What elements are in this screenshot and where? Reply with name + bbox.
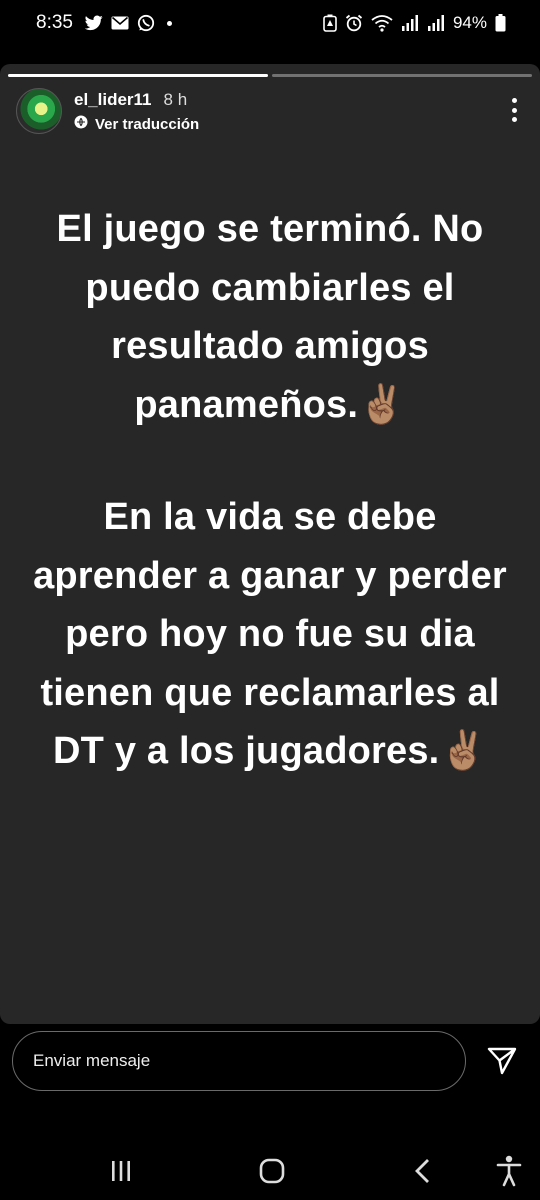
username-row: el_lider11 8 h xyxy=(74,90,187,110)
battery-percent: 94% xyxy=(452,13,487,32)
status-time: 8:35 xyxy=(36,12,73,33)
status-bar: 8:35 94% xyxy=(0,0,540,46)
home-icon[interactable] xyxy=(259,1158,285,1184)
progress-fill xyxy=(8,74,268,77)
status-left: 8:35 xyxy=(36,12,172,34)
back-icon[interactable] xyxy=(413,1158,433,1184)
accessibility-icon[interactable] xyxy=(496,1155,522,1187)
wifi-icon xyxy=(371,14,393,32)
story-header: el_lider11 8 h Ver traducción xyxy=(16,88,524,138)
story-text-paragraph-2: En la vida se debe aprender a ganar y pe… xyxy=(33,496,507,772)
whatsapp-icon xyxy=(137,14,155,32)
notification-dot xyxy=(166,20,172,26)
progress-segment xyxy=(8,74,268,77)
story-text-paragraph-1: El juego se terminó. No puedo cambiarles… xyxy=(56,208,484,426)
story-card[interactable]: el_lider11 8 h Ver traducción El juego s… xyxy=(0,64,540,1024)
alarm-icon xyxy=(345,14,363,32)
translate-button[interactable]: Ver traducción xyxy=(74,115,199,133)
message-input[interactable]: Enviar mensaje xyxy=(12,1031,466,1091)
send-icon[interactable] xyxy=(486,1044,518,1076)
twitter-icon xyxy=(84,15,103,31)
message-placeholder: Enviar mensaje xyxy=(33,1051,151,1070)
more-options-icon[interactable] xyxy=(504,94,524,126)
progress-segment xyxy=(272,74,532,77)
story-progress xyxy=(8,74,532,77)
translate-icon xyxy=(74,115,88,133)
recent-apps-icon[interactable] xyxy=(110,1160,132,1182)
username[interactable]: el_lider11 xyxy=(74,90,152,110)
status-right: 94% xyxy=(323,13,506,33)
avatar[interactable] xyxy=(16,88,62,134)
signal-icon xyxy=(427,14,445,32)
battery-icon xyxy=(495,14,506,32)
battery-saver-icon xyxy=(323,14,337,32)
post-time: 8 h xyxy=(163,90,188,109)
signal-icon xyxy=(401,14,419,32)
translate-label: Ver traducción xyxy=(95,115,200,133)
navigation-bar xyxy=(0,1140,540,1200)
gmail-icon xyxy=(111,16,129,30)
